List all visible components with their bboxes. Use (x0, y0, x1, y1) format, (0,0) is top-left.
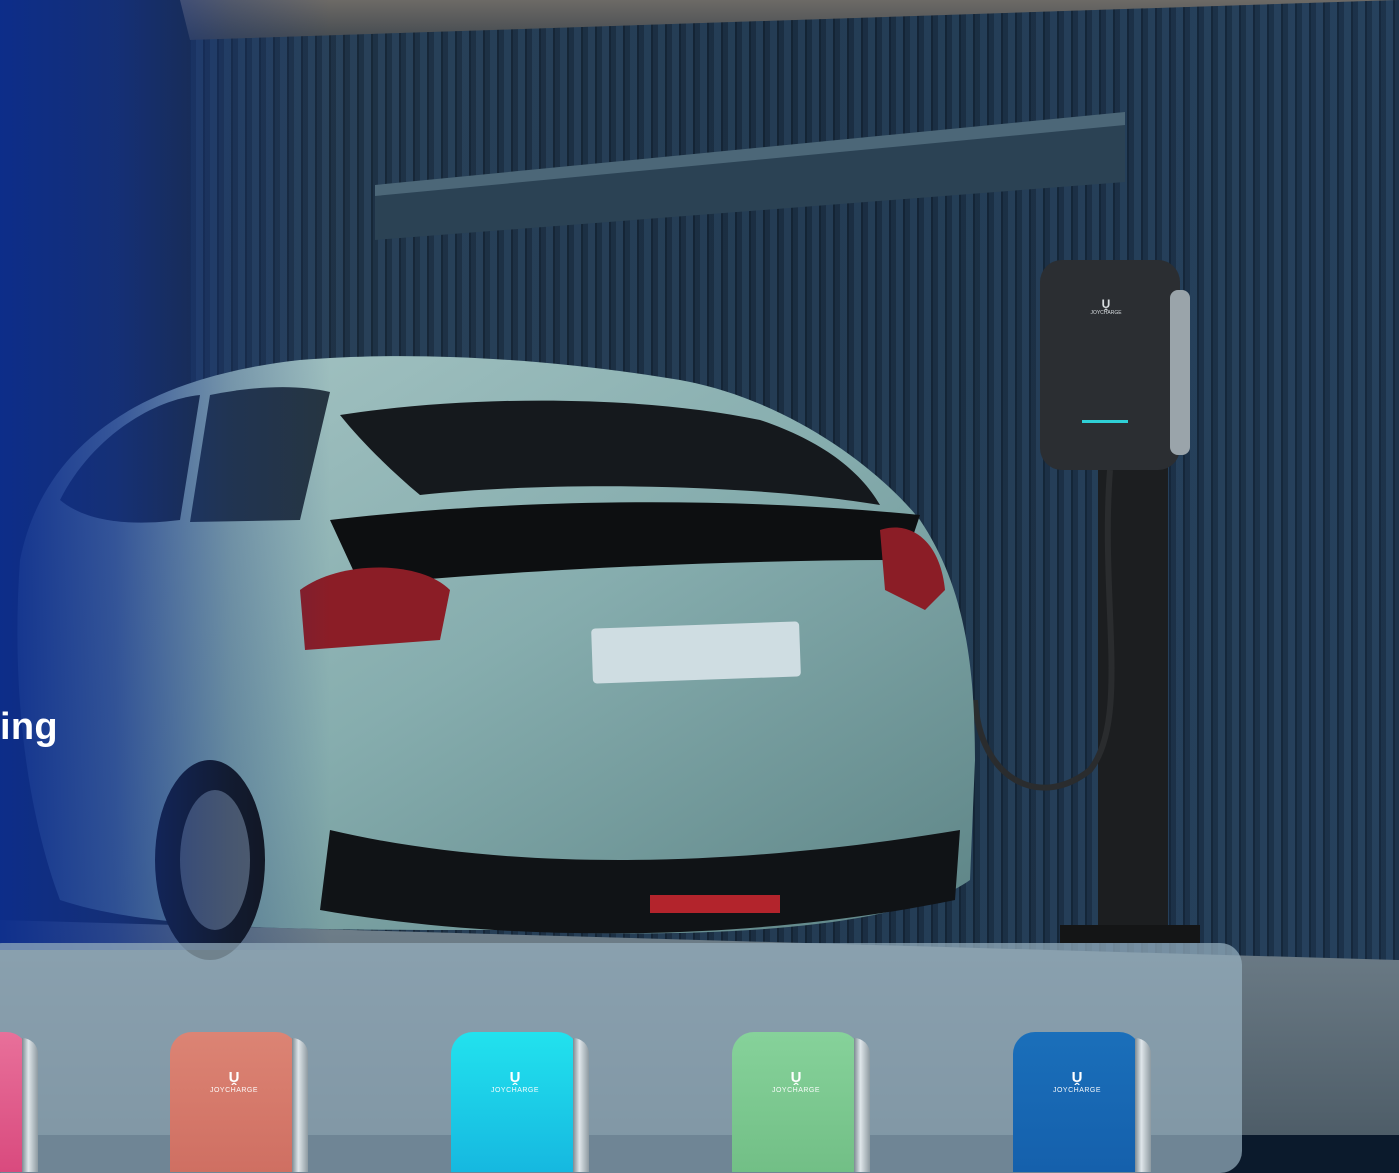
joycharge-logo-icon: Ṷ (509, 1069, 521, 1086)
charger-brand-label: JOYCHARGE (1052, 1087, 1102, 1094)
charger-option-coral[interactable]: Ṷ JOYCHARGE (170, 1032, 308, 1172)
charger-logo: Ṷ JOYCHARGE (1013, 1070, 1141, 1095)
joycharge-logo-icon: Ṷ (228, 1069, 240, 1086)
wallbox-brand-label: JOYCHARGE (1090, 310, 1122, 316)
charger-option-pink[interactable] (0, 1032, 38, 1172)
charger-logo: Ṷ JOYCHARGE (451, 1070, 579, 1095)
joycharge-logo-icon: Ṷ (790, 1069, 802, 1086)
charger-brand-label: JOYCHARGE (771, 1087, 821, 1094)
joycharge-logo-icon: Ṷ (1071, 1069, 1083, 1086)
charger-option-green[interactable]: Ṷ JOYCHARGE (732, 1032, 870, 1172)
charger-option-cyan[interactable]: Ṷ JOYCHARGE (451, 1032, 589, 1172)
joycharge-logo-icon: Ṷ (1101, 297, 1111, 311)
charger-brand-label: JOYCHARGE (209, 1087, 259, 1094)
wallbox-logo: Ṷ JOYCHARGE (1083, 298, 1129, 317)
charger-brand-label: JOYCHARGE (490, 1087, 540, 1094)
hero-headline: ing (0, 706, 58, 748)
charger-option-blue[interactable]: Ṷ JOYCHARGE (1013, 1032, 1151, 1172)
charger-logo: Ṷ JOYCHARGE (732, 1070, 860, 1095)
charger-logo: Ṷ JOYCHARGE (170, 1070, 298, 1095)
brand-gradient-overlay (0, 0, 330, 950)
